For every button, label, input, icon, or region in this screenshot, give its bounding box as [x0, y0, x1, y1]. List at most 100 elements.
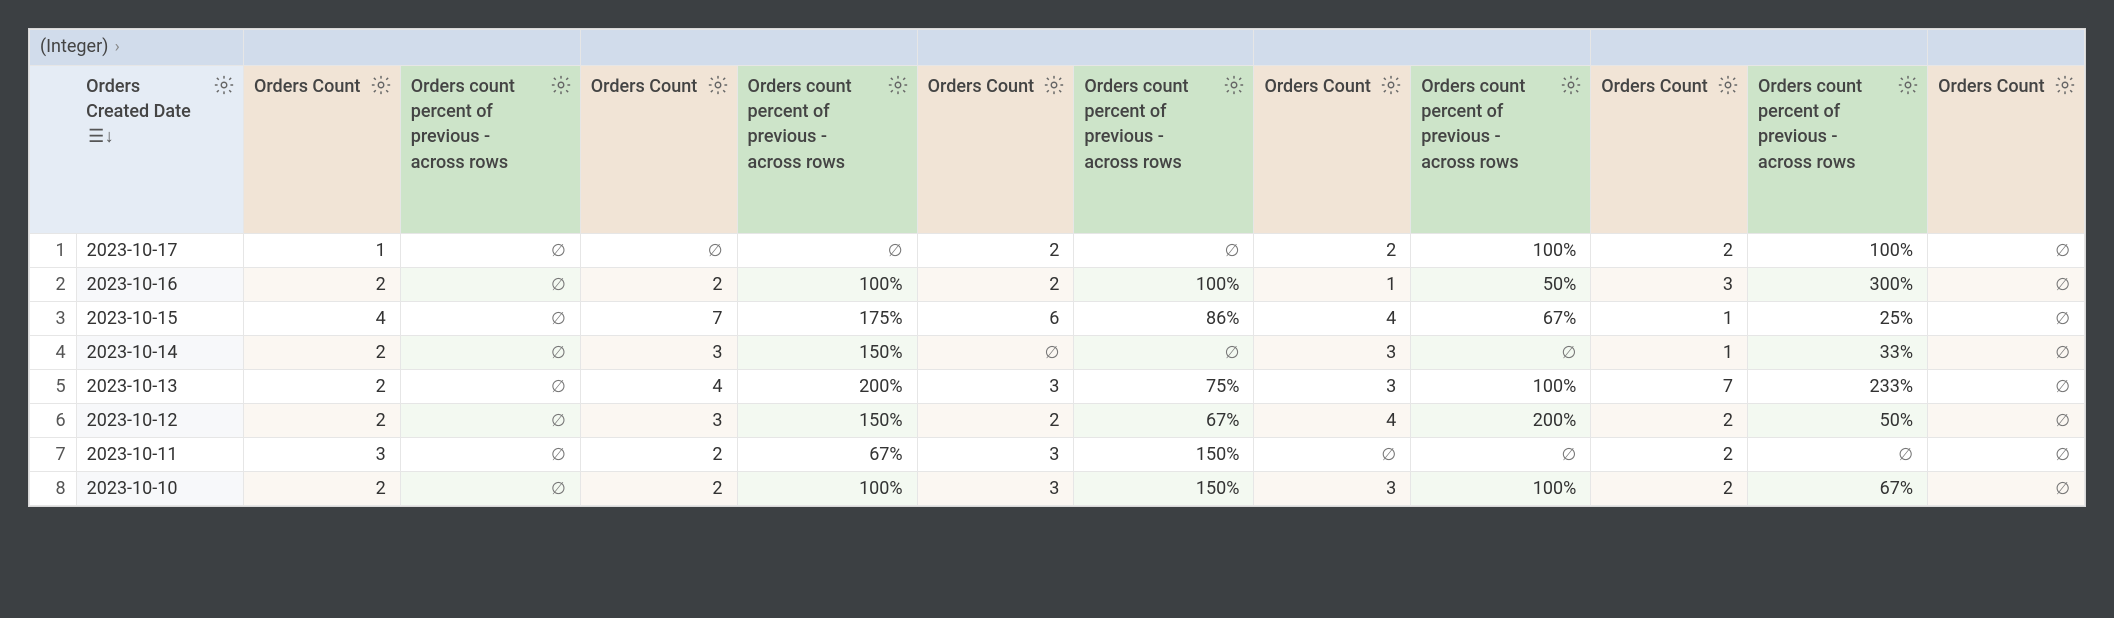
count-cell[interactable]: 2 — [1591, 234, 1748, 268]
count-cell[interactable]: 7 — [580, 302, 737, 336]
count-cell[interactable]: 2 — [243, 404, 400, 438]
count-cell[interactable]: 3 — [917, 370, 1074, 404]
pct-cell[interactable]: 175% — [737, 302, 917, 336]
pivot-group[interactable] — [1591, 30, 1928, 66]
count-cell[interactable]: 2 — [917, 404, 1074, 438]
date-cell[interactable]: 2023-10-16 — [76, 268, 243, 302]
count-cell[interactable]: 3 — [1254, 370, 1411, 404]
count-cell[interactable]: ∅ — [1928, 336, 2085, 370]
pct-header[interactable]: Orders count percent of previous - acros… — [1411, 66, 1591, 234]
count-cell[interactable]: ∅ — [580, 234, 737, 268]
count-cell[interactable]: 2 — [243, 370, 400, 404]
pct-cell[interactable]: ∅ — [1411, 336, 1591, 370]
pct-cell[interactable]: ∅ — [1074, 336, 1254, 370]
pct-cell[interactable]: ∅ — [400, 404, 580, 438]
pct-cell[interactable]: ∅ — [1074, 234, 1254, 268]
count-cell[interactable]: 2 — [1591, 438, 1748, 472]
count-cell[interactable]: 2 — [580, 438, 737, 472]
pct-header[interactable]: Orders count percent of previous - acros… — [400, 66, 580, 234]
date-cell[interactable]: 2023-10-17 — [76, 234, 243, 268]
date-header[interactable]: Orders Created Date ☰ ↓ — [76, 66, 243, 234]
pct-cell[interactable]: 100% — [1411, 370, 1591, 404]
count-header[interactable]: Orders Count — [917, 66, 1074, 234]
count-cell[interactable]: ∅ — [1928, 404, 2085, 438]
count-header[interactable]: Orders Count — [1254, 66, 1411, 234]
pct-cell[interactable]: ∅ — [1748, 438, 1928, 472]
count-cell[interactable]: 7 — [1591, 370, 1748, 404]
pivot-label-cell[interactable]: (Integer) › — [30, 30, 244, 66]
count-cell[interactable]: 3 — [1254, 336, 1411, 370]
count-cell[interactable]: 1 — [1591, 336, 1748, 370]
pct-cell[interactable]: 100% — [1748, 234, 1928, 268]
pct-cell[interactable]: ∅ — [737, 234, 917, 268]
pct-cell[interactable]: ∅ — [400, 234, 580, 268]
pct-header[interactable]: Orders count percent of previous - acros… — [1748, 66, 1928, 234]
pct-cell[interactable]: 150% — [1074, 472, 1254, 506]
gear-icon-pct-2[interactable] — [1223, 74, 1245, 96]
pct-cell[interactable]: ∅ — [400, 336, 580, 370]
count-header[interactable]: Orders Count — [1591, 66, 1748, 234]
count-cell[interactable]: ∅ — [1928, 438, 2085, 472]
count-cell[interactable]: ∅ — [1928, 234, 2085, 268]
pct-cell[interactable]: 100% — [1411, 472, 1591, 506]
pivot-group[interactable] — [580, 30, 917, 66]
gear-icon-count-4[interactable] — [1717, 74, 1739, 96]
pct-cell[interactable]: 233% — [1748, 370, 1928, 404]
pct-cell[interactable]: 150% — [737, 404, 917, 438]
gear-icon-count-3[interactable] — [1380, 74, 1402, 96]
count-cell[interactable]: 6 — [917, 302, 1074, 336]
count-cell[interactable]: 4 — [243, 302, 400, 336]
pct-cell[interactable]: 100% — [737, 472, 917, 506]
pct-cell[interactable]: 67% — [737, 438, 917, 472]
count-cell[interactable]: 2 — [243, 336, 400, 370]
pct-cell[interactable]: 25% — [1748, 302, 1928, 336]
pct-cell[interactable]: 100% — [737, 268, 917, 302]
pct-cell[interactable]: 86% — [1074, 302, 1254, 336]
gear-icon-pct-1[interactable] — [887, 74, 909, 96]
pct-cell[interactable]: 150% — [737, 336, 917, 370]
gear-icon-pct-3[interactable] — [1560, 74, 1582, 96]
gear-icon-pct-0[interactable] — [550, 74, 572, 96]
pct-cell[interactable]: ∅ — [400, 302, 580, 336]
count-cell[interactable]: 3 — [243, 438, 400, 472]
pct-cell[interactable]: 33% — [1748, 336, 1928, 370]
count-cell[interactable]: 4 — [1254, 302, 1411, 336]
date-cell[interactable]: 2023-10-14 — [76, 336, 243, 370]
count-cell[interactable]: 2 — [580, 268, 737, 302]
count-header[interactable]: Orders Count — [580, 66, 737, 234]
count-cell[interactable]: 3 — [1591, 268, 1748, 302]
pct-cell[interactable]: 150% — [1074, 438, 1254, 472]
pct-cell[interactable]: ∅ — [400, 370, 580, 404]
count-cell[interactable]: ∅ — [1928, 268, 2085, 302]
count-cell[interactable]: 2 — [917, 234, 1074, 268]
count-cell[interactable]: 2 — [1591, 472, 1748, 506]
count-cell[interactable]: 3 — [917, 472, 1074, 506]
count-cell[interactable]: 2 — [1254, 234, 1411, 268]
date-cell[interactable]: 2023-10-11 — [76, 438, 243, 472]
date-cell[interactable]: 2023-10-10 — [76, 472, 243, 506]
date-cell[interactable]: 2023-10-15 — [76, 302, 243, 336]
gear-icon-pct-4[interactable] — [1897, 74, 1919, 96]
count-cell[interactable]: 1 — [243, 234, 400, 268]
pct-cell[interactable]: 200% — [1411, 404, 1591, 438]
pct-cell[interactable]: 50% — [1748, 404, 1928, 438]
count-cell[interactable]: 3 — [580, 336, 737, 370]
count-header[interactable]: Orders Count — [1928, 66, 2085, 234]
count-cell[interactable]: 3 — [580, 404, 737, 438]
pivot-group[interactable] — [1928, 30, 2085, 66]
count-cell[interactable]: 2 — [917, 268, 1074, 302]
pct-cell[interactable]: 67% — [1074, 404, 1254, 438]
count-cell[interactable]: 2 — [243, 268, 400, 302]
count-cell[interactable]: ∅ — [1928, 472, 2085, 506]
pct-cell[interactable]: 100% — [1411, 234, 1591, 268]
pivot-group[interactable] — [243, 30, 580, 66]
pct-cell[interactable]: ∅ — [400, 472, 580, 506]
pct-cell[interactable]: ∅ — [400, 438, 580, 472]
count-cell[interactable]: 2 — [1591, 404, 1748, 438]
gear-icon-count-1[interactable] — [707, 74, 729, 96]
date-cell[interactable]: 2023-10-13 — [76, 370, 243, 404]
count-cell[interactable]: ∅ — [1928, 370, 2085, 404]
pct-cell[interactable]: 200% — [737, 370, 917, 404]
count-cell[interactable]: 3 — [917, 438, 1074, 472]
pct-cell[interactable]: 100% — [1074, 268, 1254, 302]
